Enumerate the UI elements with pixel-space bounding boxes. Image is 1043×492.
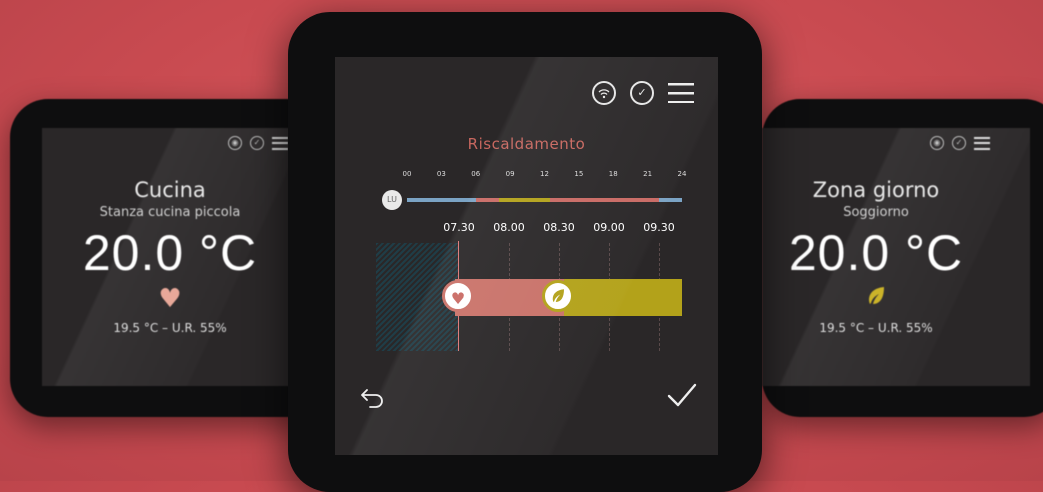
hour-label: 15	[574, 170, 584, 178]
time-label: 09.00	[593, 221, 625, 234]
heart-icon: ♥	[158, 284, 182, 314]
undo-arrow-icon[interactable]	[359, 387, 387, 415]
time-label: 08.00	[493, 221, 525, 234]
main-top-icons: ✓	[592, 81, 694, 105]
menu-icon[interactable]	[974, 136, 990, 150]
program-segment-eco	[407, 198, 476, 202]
wifi-icon[interactable]: ◉	[228, 136, 242, 150]
hour-label: 21	[643, 170, 653, 178]
heart-icon[interactable]: ♥	[442, 280, 474, 312]
main-thermostat-device: ✓ Riscaldamento 00 03 06 09 12 15 18 21 24 LU 07…	[288, 12, 762, 492]
hour-label: 12	[540, 170, 549, 178]
left-top-icons: ◉ ✓	[228, 136, 288, 150]
right-screen: ◉ ✓ Zona giorno Soggiorno 20.0 °C 19.5 °…	[762, 128, 1030, 386]
left-thermostat-device: ◉ ✓ Cucina Stanza cucina piccola 20.0 °C…	[10, 99, 330, 417]
room-name: Soggiorno	[843, 205, 909, 220]
program-segment-eco	[659, 198, 682, 202]
page-title: Riscaldamento	[467, 135, 586, 153]
room-name: Stanza cucina piccola	[99, 205, 241, 220]
temperature-value: 20.0 °C	[82, 225, 258, 281]
time-label: 08.30	[543, 221, 575, 234]
hour-label: 24	[677, 170, 687, 178]
chat-check-icon[interactable]: ✓	[630, 81, 654, 105]
hour-label: 18	[608, 170, 618, 178]
zone-info: 19.5 °C – U.R. 55%	[113, 321, 227, 335]
hour-label: 06	[471, 170, 481, 178]
right-thermostat-device: ◉ ✓ Zona giorno Soggiorno 20.0 °C 19.5 °…	[762, 99, 1043, 417]
temperature-value: 20.0 °C	[788, 225, 964, 281]
program-segment-comfort	[550, 198, 660, 202]
menu-icon[interactable]	[668, 83, 694, 103]
time-label: 09.30	[643, 221, 675, 234]
menu-icon[interactable]	[272, 136, 288, 150]
program-segment-economy	[498, 198, 551, 202]
day-selector[interactable]: LU	[382, 190, 402, 210]
zone-info: 19.5 °C – U.R. 55%	[819, 321, 933, 335]
main-screen: ✓ Riscaldamento 00 03 06 09 12 15 18 21 24 LU 07…	[335, 57, 718, 455]
zone-name: Zona giorno	[812, 178, 940, 202]
chat-check-icon[interactable]: ✓	[250, 136, 264, 150]
zone-name: Cucina	[134, 178, 206, 202]
leaf-icon[interactable]	[542, 280, 574, 312]
time-label: 07.30	[443, 221, 475, 234]
economy-segment[interactable]	[564, 279, 682, 316]
right-top-icons: ◉ ✓	[930, 136, 990, 150]
left-screen: ◉ ✓ Cucina Stanza cucina piccola 20.0 °C…	[42, 128, 298, 386]
hour-label: 09	[505, 170, 515, 178]
wifi-icon[interactable]: ◉	[930, 136, 944, 150]
chat-check-icon[interactable]: ✓	[952, 136, 966, 150]
checkmark-icon[interactable]	[666, 381, 698, 416]
wifi-icon[interactable]	[592, 81, 616, 105]
hour-label: 00	[402, 170, 412, 178]
program-segment-comfort	[475, 198, 499, 202]
hour-label: 03	[436, 170, 446, 178]
leaf-icon	[762, 284, 1010, 315]
